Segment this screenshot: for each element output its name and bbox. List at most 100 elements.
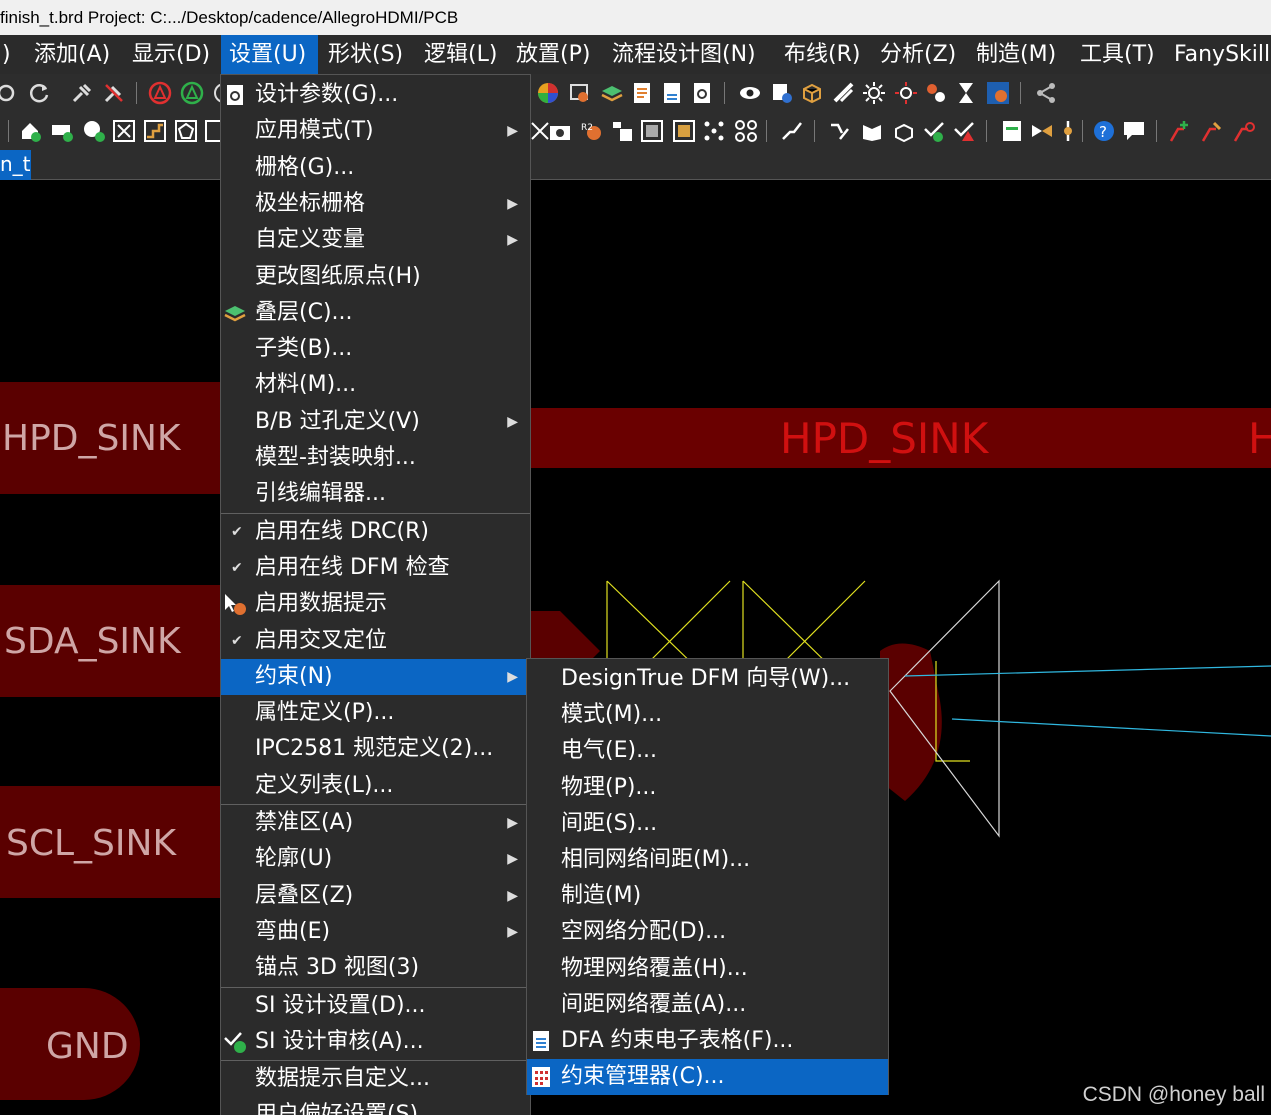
setup-menu-item[interactable]: SI 设计设置(D)...	[221, 988, 530, 1024]
help-icon[interactable]: ?	[1092, 119, 1116, 143]
add-route-icon[interactable]	[1168, 119, 1192, 143]
menu-fanyskill[interactable]: FanySkill	[1166, 35, 1271, 74]
constraints-submenu-item[interactable]: 模式(M)...	[527, 697, 888, 733]
setup-menu-item[interactable]: SI 设计审核(A)...	[221, 1024, 530, 1060]
bw-box-icon[interactable]	[672, 119, 696, 143]
setup-menu-item[interactable]: IPC2581 规范定义(2)...	[221, 731, 530, 767]
setup-menu-item[interactable]: 层叠区(Z) ▶	[221, 878, 530, 914]
constraints-submenu-item[interactable]: 物理(P)...	[527, 770, 888, 806]
setup-menu-item[interactable]: 轮廓(U) ▶	[221, 841, 530, 877]
assign-color-icon[interactable]	[924, 81, 948, 105]
setup-menu-item[interactable]: 定义列表(L)...	[221, 768, 530, 804]
setup-menu-item[interactable]: ✔ 启用在线 DFM 检查	[221, 550, 530, 586]
setup-menu-item[interactable]: 叠层(C)...	[221, 295, 530, 331]
menu-shape[interactable]: 形状(S)	[320, 35, 411, 74]
menu-flowplan[interactable]: 流程设计图(N)	[604, 35, 764, 74]
setup-menu-item[interactable]: 设计参数(G)...	[221, 77, 530, 113]
grid-dots-icon[interactable]	[734, 119, 758, 143]
constraints-submenu-item[interactable]: 制造(M)	[527, 878, 888, 914]
comment-icon[interactable]	[1122, 119, 1146, 143]
constraints-submenu-item[interactable]: 物理网络覆盖(H)...	[527, 951, 888, 987]
report-icon[interactable]	[630, 81, 654, 105]
visibility-toggle-icon[interactable]	[986, 81, 1010, 105]
pin-icon[interactable]	[70, 81, 94, 105]
add-rect-icon[interactable]	[50, 119, 74, 143]
constraints-submenu-item[interactable]: 约束管理器(C)...	[527, 1059, 888, 1096]
menu-logic[interactable]: 逻辑(L)	[416, 35, 505, 74]
book-check-icon[interactable]	[860, 119, 884, 143]
document-icon[interactable]	[660, 81, 684, 105]
constraints-submenu-item[interactable]: 间距(S)...	[527, 806, 888, 842]
constraints-submenu-item[interactable]: DFA 约束电子表格(F)...	[527, 1023, 888, 1059]
unpin-icon[interactable]	[102, 81, 126, 105]
probe-icon[interactable]	[1058, 119, 1082, 143]
slide-icon[interactable]	[828, 119, 852, 143]
highlight-icon[interactable]	[894, 81, 918, 105]
setup-menu-item[interactable]: B/B 过孔定义(V) ▶	[221, 404, 530, 440]
r2-icon[interactable]: R2	[580, 119, 604, 143]
setup-menu-item[interactable]: 应用模式(T) ▶	[221, 113, 530, 149]
setup-menu-item[interactable]: 更改图纸原点(H)	[221, 259, 530, 295]
setup-menu-item[interactable]: 锚点 3D 视图(3)	[221, 950, 530, 986]
menu-display[interactable]: 显示(D)	[124, 35, 218, 74]
drc-red-icon[interactable]	[148, 81, 172, 105]
swap-icon[interactable]	[1030, 119, 1054, 143]
add-pin-icon[interactable]	[18, 119, 42, 143]
menu-route[interactable]: 布线(R)	[776, 35, 868, 74]
camera-icon[interactable]	[548, 119, 572, 143]
brightness-icon[interactable]	[862, 81, 886, 105]
table-icon[interactable]	[1000, 119, 1024, 143]
grid-box-icon[interactable]	[640, 119, 664, 143]
tab-design[interactable]: n_t	[0, 150, 31, 180]
setup-menu-item[interactable]: 子类(B)...	[221, 331, 530, 367]
setup-menu-item[interactable]: 自定义变量 ▶	[221, 222, 530, 258]
color-wheel-icon[interactable]	[536, 81, 560, 105]
stackup-toolbar-icon[interactable]	[600, 81, 624, 105]
check-green-icon[interactable]	[922, 119, 946, 143]
setup-menu-item[interactable]: 约束(N) ▶	[221, 658, 530, 695]
setup-menu-item[interactable]: 栅格(G)...	[221, 150, 530, 186]
constraints-submenu-item[interactable]: 间距网络覆盖(A)...	[527, 987, 888, 1023]
delete-route-icon[interactable]	[1232, 119, 1256, 143]
redo-icon[interactable]	[0, 81, 18, 105]
share-icon[interactable]	[1034, 81, 1058, 105]
setup-menu-item[interactable]: 启用数据提示	[221, 586, 530, 622]
menu-partial[interactable]: )	[0, 35, 19, 74]
setup-menu-item[interactable]: 数据提示自定义...	[221, 1061, 530, 1097]
properties-icon[interactable]	[770, 81, 794, 105]
cube-check-icon[interactable]	[892, 119, 916, 143]
pentagon-icon[interactable]	[174, 119, 198, 143]
shadow-icon[interactable]	[832, 81, 856, 105]
layer-visibility-icon[interactable]	[568, 81, 592, 105]
drc-green-icon[interactable]	[180, 81, 204, 105]
setup-menu-item[interactable]: 弯曲(E) ▶	[221, 914, 530, 950]
constraints-submenu-item[interactable]: 相同网络间距(M)...	[527, 842, 888, 878]
setup-menu-item[interactable]: 属性定义(P)...	[221, 695, 530, 731]
menu-tools[interactable]: 工具(T)	[1072, 35, 1163, 74]
setup-menu-item[interactable]: 材料(M)...	[221, 367, 530, 403]
tag-icon[interactable]	[610, 119, 634, 143]
menu-manufacture[interactable]: 制造(M)	[968, 35, 1064, 74]
hourglass-icon[interactable]	[954, 81, 978, 105]
cross-box-icon[interactable]	[112, 119, 136, 143]
setup-menu-item[interactable]: 模型-封装映射...	[221, 440, 530, 476]
add-circle-icon[interactable]	[82, 119, 106, 143]
eye-icon[interactable]	[738, 81, 762, 105]
setup-menu-item[interactable]: ✔ 启用交叉定位	[221, 623, 530, 659]
warning-icon[interactable]	[952, 119, 976, 143]
stair-icon[interactable]	[143, 119, 167, 143]
constraints-submenu-item[interactable]: 空网络分配(D)...	[527, 914, 888, 950]
setup-menu-item[interactable]: 引线编辑器...	[221, 476, 530, 512]
menu-place[interactable]: 放置(P)	[508, 35, 598, 74]
setup-menu-item[interactable]: 用户偏好设置(S)...	[221, 1097, 530, 1115]
menu-analyze[interactable]: 分析(Z)	[872, 35, 964, 74]
constraints-submenu-item[interactable]: DesignTrue DFM 向导(W)...	[527, 661, 888, 697]
edit-route-icon[interactable]	[1200, 119, 1224, 143]
menu-setup[interactable]: 设置(U)	[221, 35, 318, 74]
dots-icon[interactable]	[702, 119, 726, 143]
cube-3d-icon[interactable]	[800, 81, 824, 105]
route-icon[interactable]	[780, 119, 804, 143]
refresh-icon[interactable]	[28, 81, 52, 105]
setup-menu-item[interactable]: 极坐标栅格 ▶	[221, 186, 530, 222]
setup-menu-item[interactable]: ✔ 启用在线 DRC(R)	[221, 514, 530, 550]
